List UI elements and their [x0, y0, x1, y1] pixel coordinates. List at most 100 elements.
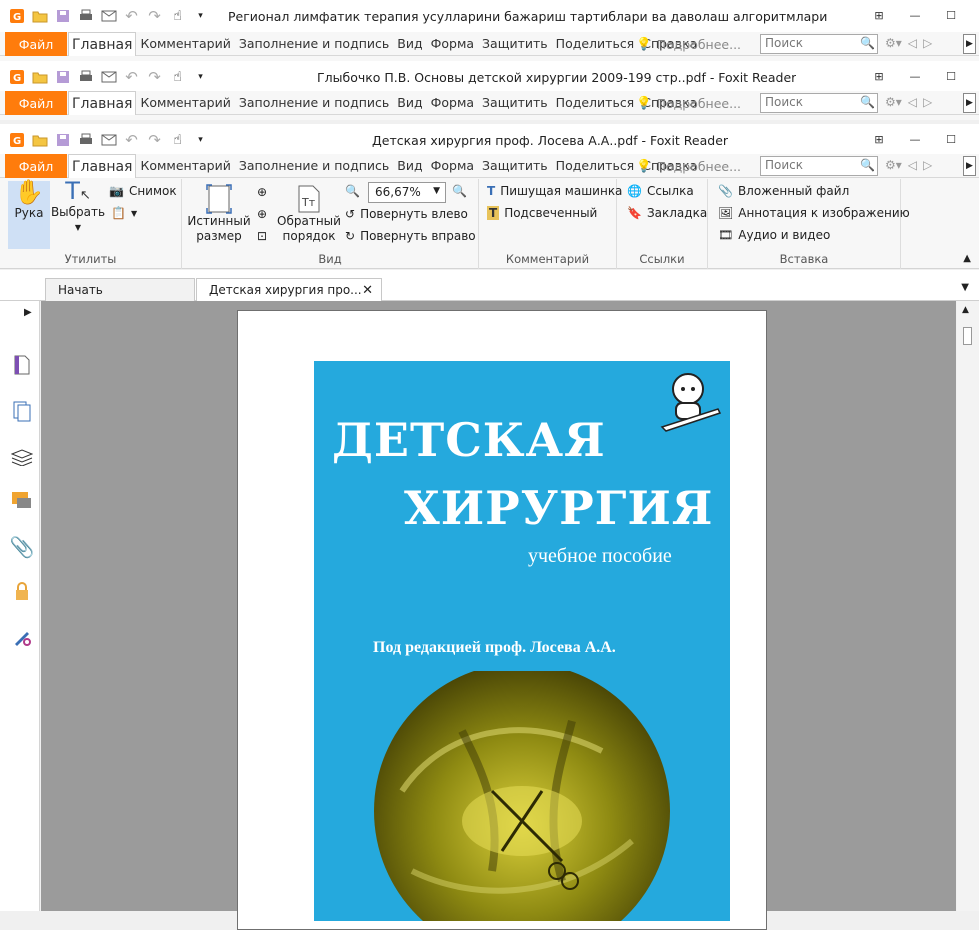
search-input[interactable]: Поиск 🔍: [760, 34, 878, 54]
link-button[interactable]: 🌐 Ссылка: [627, 184, 694, 198]
undo-icon[interactable]: ↶: [123, 7, 140, 25]
maximize-button[interactable]: ☐: [933, 6, 969, 24]
customize-qat-icon[interactable]: ▾: [192, 68, 209, 85]
fit-visible-button[interactable]: ⊡: [257, 229, 267, 243]
open-folder-icon[interactable]: [31, 68, 48, 85]
redo-icon[interactable]: ↷: [146, 68, 163, 86]
tab-protect[interactable]: Защитить: [478, 154, 552, 178]
highlight-button[interactable]: T Подсвеченный: [487, 206, 597, 220]
minimize-button[interactable]: —: [897, 6, 933, 24]
hand-tool-button[interactable]: ✋ Рука: [8, 180, 50, 249]
attachments-icon[interactable]: 📎: [10, 535, 35, 559]
back-icon[interactable]: ◁: [908, 158, 917, 172]
tab-view[interactable]: Вид: [393, 32, 426, 56]
tab-home[interactable]: Главная: [68, 154, 137, 178]
foxit-logo-icon[interactable]: G: [8, 68, 25, 85]
tab-share[interactable]: Поделиться: [552, 91, 639, 115]
tab-start[interactable]: Начать: [45, 278, 195, 301]
tell-me[interactable]: 💡 Подробнее...: [636, 158, 741, 174]
hand-tool-icon[interactable]: ☝: [169, 68, 186, 85]
expand-arrow-button[interactable]: ▶: [963, 93, 976, 113]
tab-document[interactable]: Детская хирургия про... ✕: [196, 278, 382, 301]
comments-panel-icon[interactable]: [10, 489, 34, 513]
search-icon[interactable]: 🔍: [860, 95, 875, 109]
forward-icon[interactable]: ▷: [923, 158, 932, 172]
maximize-button[interactable]: ☐: [933, 67, 969, 85]
tab-protect[interactable]: Защитить: [478, 91, 552, 115]
tab-form[interactable]: Форма: [427, 91, 478, 115]
collapse-ribbon-icon[interactable]: ▲: [963, 253, 971, 264]
file-menu[interactable]: Файл: [5, 91, 67, 115]
tab-view[interactable]: Вид: [393, 154, 426, 178]
print-icon[interactable]: [77, 68, 94, 85]
ribbon-options-icon[interactable]: ⊞: [861, 6, 897, 24]
foxit-logo-icon[interactable]: G: [8, 7, 25, 24]
tell-me[interactable]: 💡 Подробнее...: [636, 36, 741, 52]
tab-home[interactable]: Главная: [68, 32, 137, 56]
tab-list-dropdown-icon[interactable]: ▼: [961, 282, 969, 293]
ribbon-options-icon[interactable]: ⊞: [861, 67, 897, 85]
settings-icon[interactable]: ⚙▾: [885, 95, 902, 109]
tab-fill-sign[interactable]: Заполнение и подпись: [235, 32, 393, 56]
ribbon-options-icon[interactable]: ⊞: [861, 130, 897, 148]
fit-width-button[interactable]: ⊕: [257, 207, 267, 221]
clipboard-button[interactable]: 📋 ▼: [111, 206, 137, 220]
expand-panel-icon[interactable]: ▶: [24, 307, 32, 318]
tab-form[interactable]: Форма: [427, 154, 478, 178]
expand-arrow-button[interactable]: ▶: [963, 34, 976, 54]
tab-view[interactable]: Вид: [393, 91, 426, 115]
actual-size-button[interactable]: Истинный размер: [187, 184, 251, 244]
file-menu[interactable]: Файл: [5, 154, 67, 178]
forward-icon[interactable]: ▷: [923, 95, 932, 109]
settings-icon[interactable]: ⚙▾: [885, 36, 902, 50]
open-folder-icon[interactable]: [31, 131, 48, 148]
lock-icon[interactable]: [10, 579, 34, 603]
fit-page-button[interactable]: ⊕: [257, 185, 267, 199]
foxit-logo-icon[interactable]: G: [8, 131, 25, 148]
pages-icon[interactable]: [10, 399, 34, 423]
chevron-down-icon[interactable]: ▼: [433, 186, 440, 196]
customize-qat-icon[interactable]: ▾: [192, 131, 209, 148]
zoom-out-button[interactable]: 🔍: [345, 184, 360, 198]
tab-share[interactable]: Поделиться: [552, 154, 639, 178]
settings-icon[interactable]: ⚙▾: [885, 158, 902, 172]
reverse-order-button[interactable]: Tт Обратный порядок: [277, 184, 341, 244]
close-icon[interactable]: ✕: [362, 283, 373, 298]
search-input[interactable]: Поиск 🔍: [760, 156, 878, 176]
tab-protect[interactable]: Защитить: [478, 32, 552, 56]
snapshot-button[interactable]: 📷 Снимок: [109, 184, 177, 198]
rotate-left-button[interactable]: ↺ Повернуть влево: [345, 207, 468, 221]
zoom-in-button[interactable]: 🔍: [452, 184, 467, 198]
audio-video-button[interactable]: 🎞 Аудио и видео: [718, 228, 830, 242]
search-icon[interactable]: 🔍: [860, 158, 875, 172]
file-menu[interactable]: Файл: [5, 32, 67, 56]
back-icon[interactable]: ◁: [908, 36, 917, 50]
tab-fill-sign[interactable]: Заполнение и подпись: [235, 154, 393, 178]
save-icon[interactable]: [54, 68, 71, 85]
tab-fill-sign[interactable]: Заполнение и подпись: [235, 91, 393, 115]
expand-arrow-button[interactable]: ▶: [963, 156, 976, 176]
image-annotation-button[interactable]: 🖼 Аннотация к изображению: [718, 206, 910, 220]
open-folder-icon[interactable]: [31, 7, 48, 24]
page-thumbnails-icon[interactable]: [10, 353, 34, 377]
tab-comment[interactable]: Комментарий: [136, 91, 234, 115]
tab-comment[interactable]: Комментарий: [136, 154, 234, 178]
hand-tool-icon[interactable]: ☝: [169, 131, 186, 148]
zoom-input[interactable]: 66,67% ▼: [368, 182, 446, 203]
layers-icon[interactable]: [10, 445, 34, 469]
scroll-thumb[interactable]: [963, 327, 972, 345]
tab-home[interactable]: Главная: [68, 91, 137, 115]
minimize-button[interactable]: —: [897, 130, 933, 148]
minimize-button[interactable]: —: [897, 67, 933, 85]
forward-icon[interactable]: ▷: [923, 36, 932, 50]
redo-icon[interactable]: ↷: [146, 131, 163, 149]
customize-qat-icon[interactable]: ▾: [192, 7, 209, 24]
typewriter-button[interactable]: T Пишущая машинка: [487, 184, 622, 198]
email-icon[interactable]: [100, 7, 117, 24]
select-tool-button[interactable]: T↖ Выбрать ▼: [51, 179, 105, 235]
tab-form[interactable]: Форма: [427, 32, 478, 56]
save-icon[interactable]: [54, 131, 71, 148]
bookmark-button[interactable]: 🔖 Закладка: [627, 206, 707, 220]
email-icon[interactable]: [100, 131, 117, 148]
print-icon[interactable]: [77, 131, 94, 148]
